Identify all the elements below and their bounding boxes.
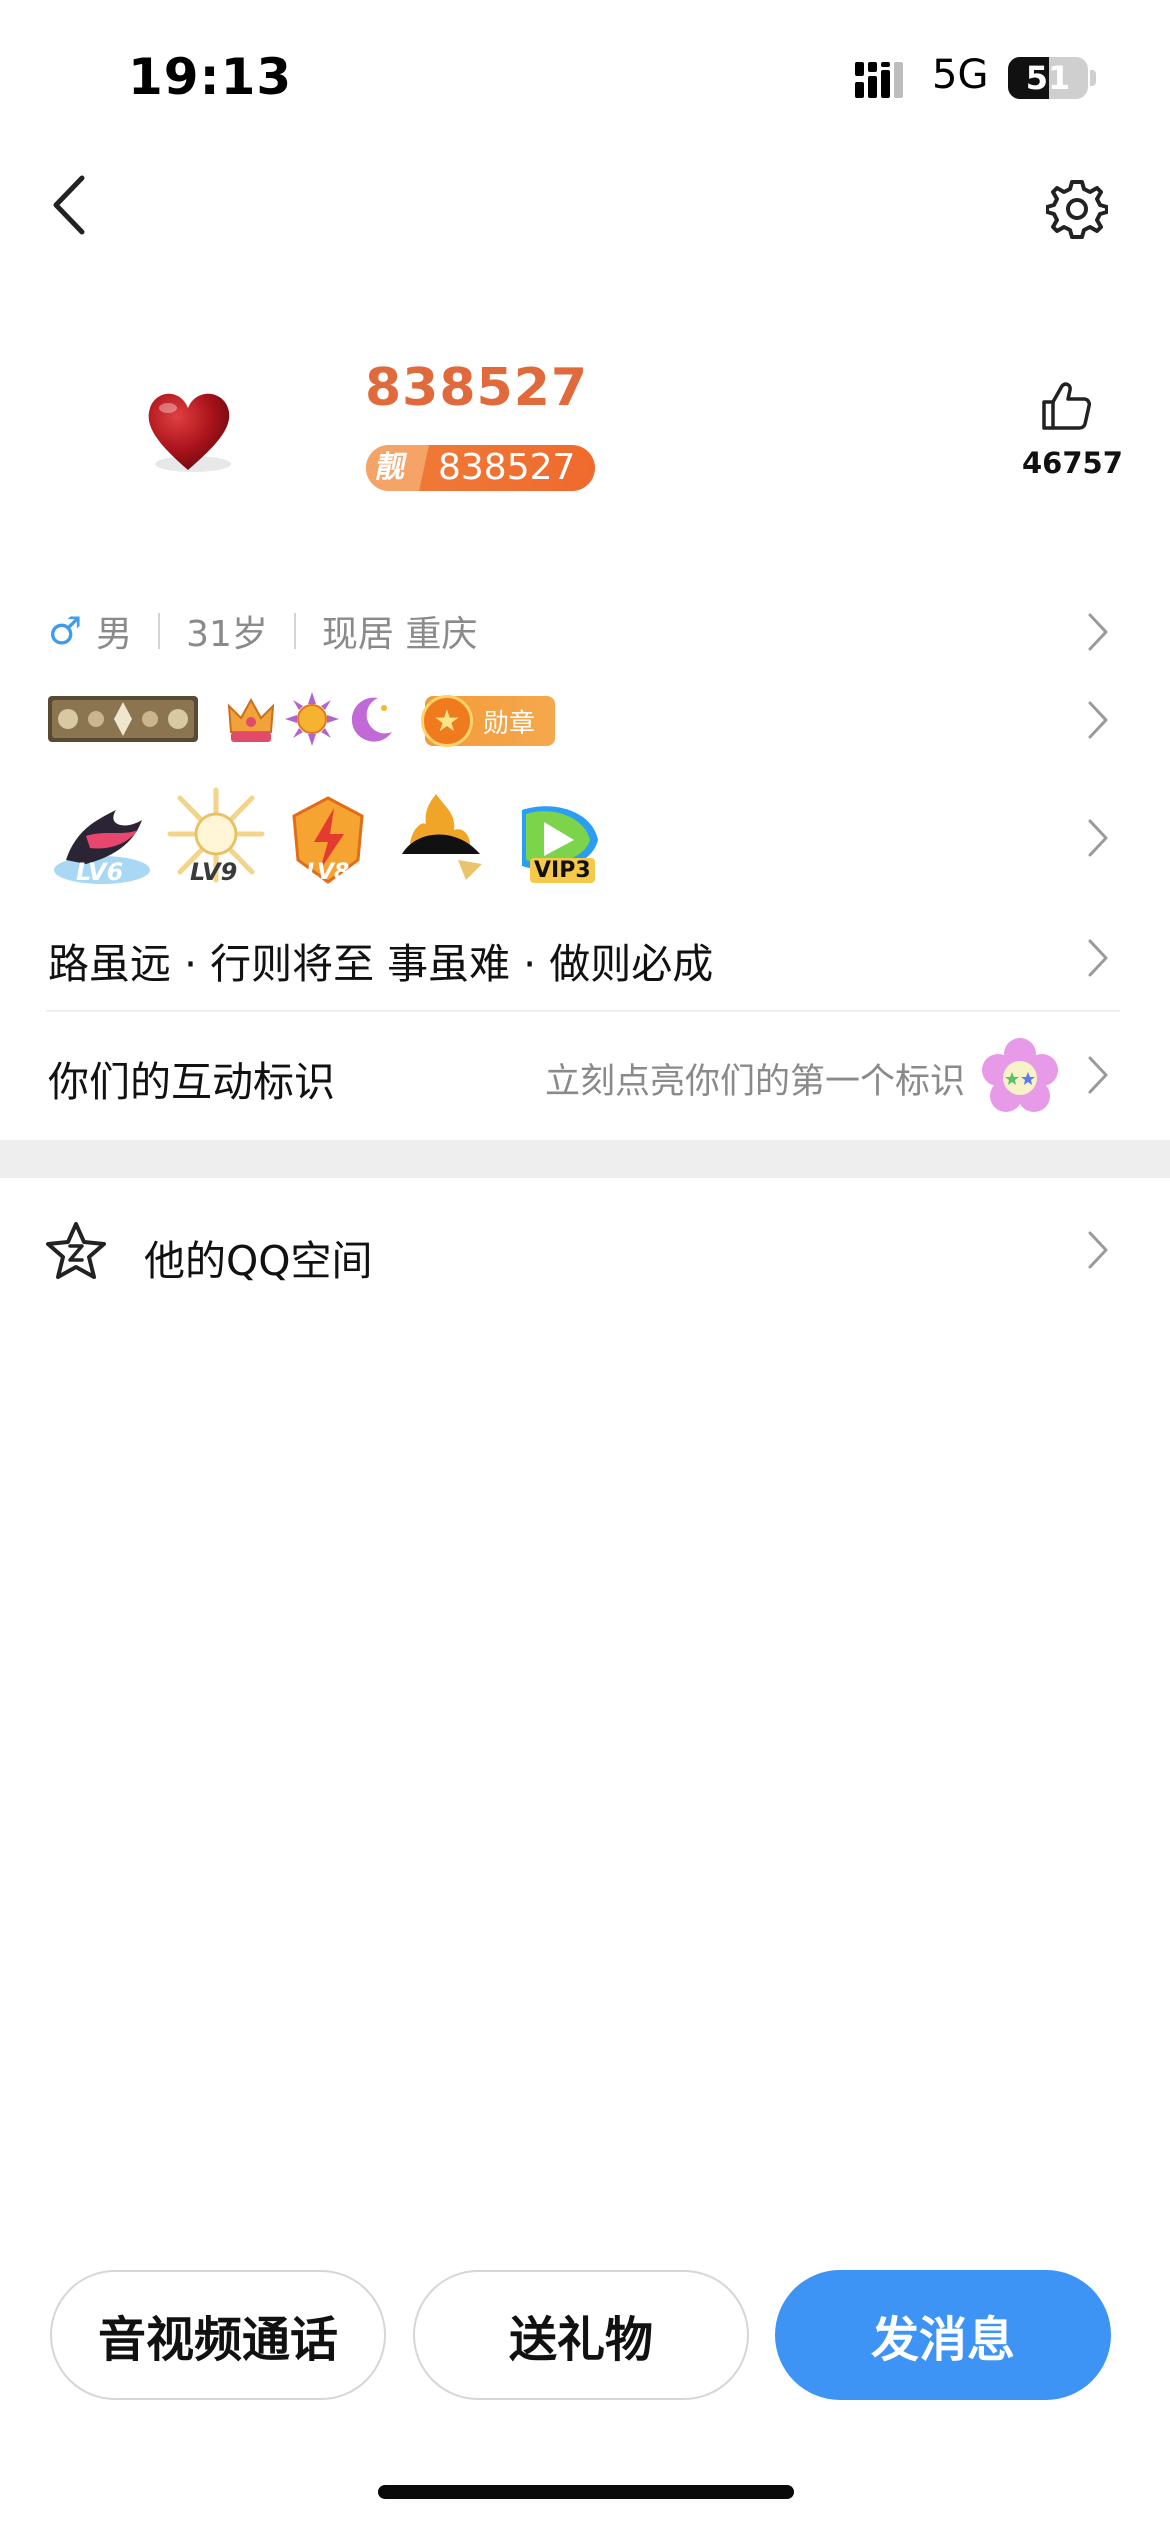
medal-star-icon: ★	[421, 695, 473, 747]
home-indicator[interactable]	[378, 2485, 794, 2499]
battery-level: 51	[1025, 59, 1071, 97]
medal-badge[interactable]: ★ 勋章	[421, 695, 555, 747]
level-label: LV8	[306, 860, 350, 885]
level-badge-lv8: LV8	[288, 796, 368, 886]
nameplate-badge-icon	[48, 696, 198, 742]
send-message-button[interactable]: 发消息	[775, 2270, 1111, 2400]
male-icon: ♂	[48, 609, 83, 653]
network-type: 5G	[932, 52, 989, 98]
qzone-star-icon[interactable]	[44, 1220, 108, 1282]
send-gift-button[interactable]: 送礼物	[413, 2270, 749, 2400]
video-call-button[interactable]: 音视频通话	[50, 2270, 386, 2400]
location-text: 现居 重庆	[321, 614, 478, 655]
liang-label: 靓	[366, 445, 429, 491]
level-badge-lv6: LV6	[46, 790, 158, 890]
back-icon[interactable]	[44, 170, 94, 240]
interaction-mark-hint[interactable]: 立刻点亮你们的第一个标识	[545, 1053, 965, 1104]
age-text: 31岁	[186, 614, 268, 655]
basic-info-row[interactable]: ♂ 男 31岁 现居 重庆	[48, 605, 477, 657]
level-label: LV9	[190, 858, 238, 886]
section-divider	[0, 1140, 1170, 1178]
flame-hat-icon	[402, 794, 482, 880]
qq-number-badge[interactable]: 靓 838527	[366, 445, 596, 491]
moon-icon	[351, 697, 392, 742]
medal-label: 勋章	[483, 708, 536, 739]
vip-label: VIP3	[530, 858, 595, 883]
thumbs-up-icon[interactable]	[1040, 380, 1092, 432]
status-time: 19:13	[128, 48, 293, 106]
like-count: 46757	[1022, 446, 1123, 480]
gear-icon[interactable]	[1046, 178, 1108, 240]
avatar[interactable]	[138, 382, 238, 477]
crown-icon	[227, 697, 275, 742]
chevron-right-icon[interactable]	[1087, 700, 1109, 740]
level-badge-lv9: LV9	[160, 784, 272, 890]
signature-text[interactable]: 路虽远 · 行则将至 事虽难 · 做则必成	[48, 930, 713, 990]
cellular-signal-icon	[855, 62, 903, 98]
separator	[293, 613, 296, 649]
battery-icon: 51	[1008, 57, 1088, 99]
level-label: LV6	[76, 858, 124, 886]
gender-text: 男	[96, 614, 133, 655]
vip-badge: VIP3	[512, 800, 602, 888]
divider	[46, 1010, 1120, 1012]
battery-cap	[1090, 70, 1096, 86]
chevron-right-icon[interactable]	[1087, 612, 1109, 652]
separator	[158, 613, 161, 649]
chevron-right-icon[interactable]	[1087, 1055, 1109, 1095]
qq-number: 838527	[438, 447, 576, 488]
qzone-link[interactable]: 他的QQ空间	[144, 1227, 373, 1287]
interaction-mark-title[interactable]: 你们的互动标识	[48, 1048, 335, 1108]
chevron-right-icon[interactable]	[1087, 818, 1109, 858]
chevron-right-icon[interactable]	[1087, 1230, 1109, 1270]
flower-mark-icon[interactable]	[982, 1038, 1058, 1114]
chevron-right-icon[interactable]	[1087, 938, 1109, 978]
nickname: 838527	[365, 358, 589, 418]
sun-icon	[285, 692, 339, 746]
